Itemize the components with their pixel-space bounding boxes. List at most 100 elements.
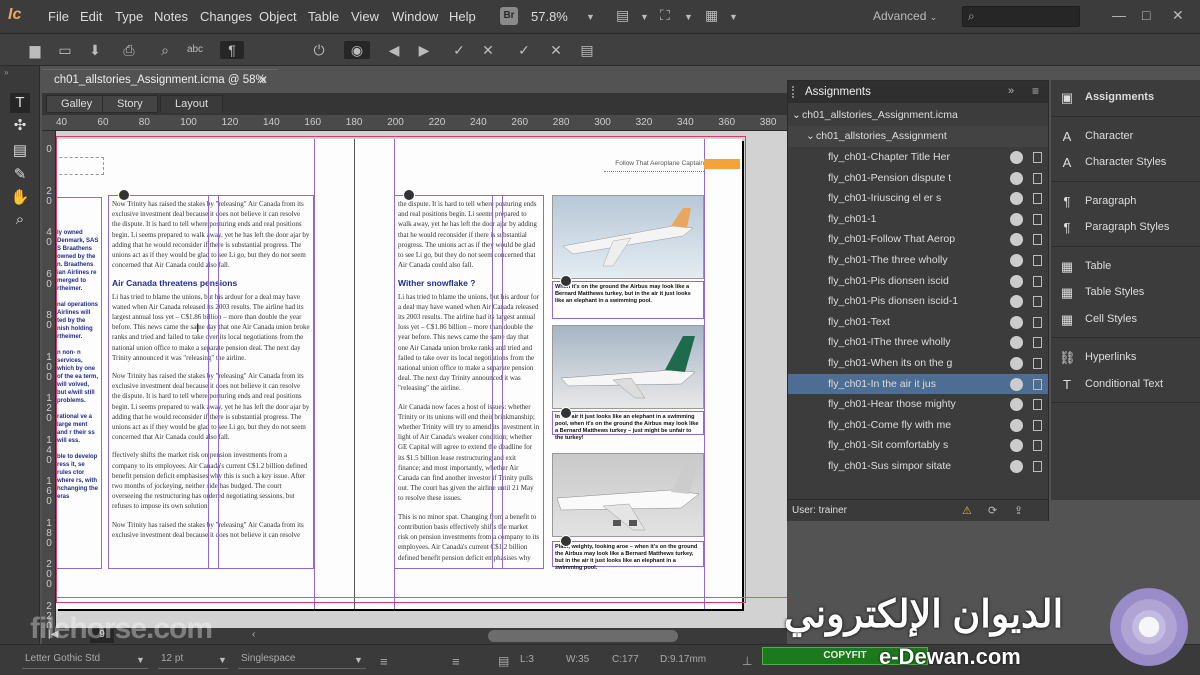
assignment-story-row[interactable]: fly_ch01-Come fly with me <box>788 415 1048 436</box>
screen-mode-dropdown-icon[interactable]: ▼ <box>684 12 693 22</box>
menu-icon[interactable]: ≡ <box>452 654 460 669</box>
find-icon[interactable]: ⌕ <box>156 41 174 59</box>
sidebar-text-frame[interactable]: ly owned Denmark, SAS S Braathens owned … <box>56 197 102 569</box>
assignment-status-icon[interactable] <box>560 407 572 419</box>
assignment-status-icon[interactable] <box>403 189 415 201</box>
reject-change-icon[interactable]: ✕ <box>479 41 497 59</box>
menu-changes[interactable]: Changes <box>200 9 252 24</box>
story-status-icon[interactable] <box>1010 357 1023 370</box>
menu-type[interactable]: Type <box>115 9 143 24</box>
story-status-icon[interactable] <box>1010 171 1023 185</box>
update-icon[interactable]: ⟳ <box>988 504 997 517</box>
expand-group-icon[interactable]: ⌄ <box>806 130 815 142</box>
menu-help[interactable]: Help <box>449 9 476 24</box>
track-changes-icon[interactable]: ⏻ <box>310 41 328 59</box>
menu-edit[interactable]: Edit <box>80 9 102 24</box>
note-tool-icon[interactable]: ▤ <box>10 141 30 161</box>
assignment-story-row[interactable]: fly_ch01-Iriuscing el er s <box>788 188 1048 209</box>
assignment-story-row[interactable]: fly_ch01-The three wholly <box>788 250 1048 271</box>
line-spacing-select[interactable]: Singlespace <box>238 649 366 669</box>
caption-2[interactable]: In the air it just looks like an elephan… <box>552 411 704 441</box>
story-status-icon[interactable] <box>1010 377 1023 391</box>
tab-story[interactable]: Story <box>102 95 158 113</box>
assignment-story-row[interactable]: fly_ch01-Pis dionsen iscid <box>788 271 1048 292</box>
menu-file[interactable]: File <box>48 9 69 24</box>
position-tool-icon[interactable]: ✣ <box>10 116 30 136</box>
workspace-switcher[interactable]: Advanced ⌄ <box>873 9 937 23</box>
story-status-icon[interactable] <box>1010 460 1023 473</box>
assignment-story-row[interactable]: fly_ch01-Text <box>788 312 1048 333</box>
story-status-icon[interactable] <box>1010 418 1023 432</box>
assignment-status-icon[interactable] <box>118 189 130 201</box>
left-story-frame[interactable]: Now Trinity has raised the stakes by "re… <box>108 195 314 569</box>
story-status-icon[interactable] <box>1010 336 1023 350</box>
align-icon[interactable]: ≡ <box>380 654 388 669</box>
story-status-icon[interactable] <box>1010 254 1023 267</box>
menu-notes[interactable]: Notes <box>154 9 188 24</box>
menu-view[interactable]: View <box>351 9 379 24</box>
story-status-icon[interactable] <box>1010 315 1023 329</box>
type-tool-icon[interactable]: T <box>10 93 30 113</box>
assignment-story-row[interactable]: fly_ch01-Chapter Title Her <box>788 147 1048 168</box>
font-dropdown-icon[interactable]: ▼ <box>136 655 145 665</box>
copyfit-icon[interactable]: ⊥ <box>742 654 752 668</box>
collapse-panel-icon[interactable]: » <box>1008 85 1014 97</box>
horizontal-scrollbar[interactable] <box>488 630 678 642</box>
collapse-tools-icon[interactable]: » <box>4 68 8 77</box>
screen-mode-icon[interactable]: ⛶ <box>660 7 670 24</box>
caption-1[interactable]: When it's on the ground the Airbus may l… <box>552 281 704 319</box>
assignment-file-row[interactable]: ⌄ ch01_allstories_Assignment.icma <box>788 105 1048 126</box>
document-tab[interactable]: ch01_allstories_Assignment.icma @ 58% ✕ <box>42 69 278 91</box>
show-hidden-characters-icon[interactable]: ¶ <box>220 41 244 59</box>
arrange-documents-icon[interactable]: ▦ <box>705 7 718 24</box>
running-header[interactable]: Follow That Aeroplane Captain <box>604 160 704 172</box>
assignment-story-row[interactable]: fly_ch01-Sit comfortably s <box>788 435 1048 456</box>
show-changes-icon[interactable]: ◉ <box>344 41 370 59</box>
story-status-icon[interactable] <box>1010 274 1023 288</box>
zoom-dropdown-icon[interactable]: ▼ <box>586 12 595 22</box>
view-options-dropdown-icon[interactable]: ▼ <box>640 12 649 22</box>
dock-item-assignments[interactable]: ▣ Assignments <box>1059 88 1199 110</box>
expand-file-icon[interactable]: ⌄ <box>792 109 801 121</box>
next-change-icon[interactable]: ▶ <box>415 41 433 59</box>
view-options-icon[interactable]: ▤ <box>616 7 629 24</box>
dock-item-hyperlinks[interactable]: ⛓ Hyperlinks <box>1059 348 1199 370</box>
notes-icon[interactable]: ▤ <box>578 41 596 59</box>
dock-item-paragraph-styles[interactable]: ¶ Paragraph Styles <box>1059 218 1199 240</box>
checkout-icon[interactable]: ⇪ <box>1014 504 1023 517</box>
assignment-story-row[interactable]: fly_ch01-Pis dionsen iscid-1 <box>788 291 1048 312</box>
caption-3[interactable]: Plain, weighty, looking aroe – when it's… <box>552 541 704 571</box>
minimize-icon[interactable]: — <box>1112 7 1126 23</box>
accept-all-icon[interactable]: ✓ <box>515 41 533 59</box>
menu-table[interactable]: Table <box>308 9 339 24</box>
font-family-select[interactable]: Letter Gothic Std <box>22 649 148 669</box>
dock-item-table[interactable]: ▦ Table <box>1059 257 1199 279</box>
menu-window[interactable]: Window <box>392 9 438 24</box>
assignment-status-icon[interactable] <box>560 275 572 287</box>
assignment-story-row[interactable]: fly_ch01-Sus simpor sitate <box>788 456 1048 477</box>
assignment-story-row[interactable]: fly_ch01-When its on the g <box>788 353 1048 374</box>
maximize-icon[interactable]: □ <box>1142 7 1150 23</box>
panel-grip-icon[interactable] <box>792 86 800 98</box>
dock-item-character[interactable]: A Character <box>1059 127 1199 149</box>
assignment-story-row[interactable]: fly_ch01-Pension dispute t <box>788 168 1048 189</box>
story-status-icon[interactable] <box>1010 151 1023 164</box>
story-status-icon[interactable] <box>1010 439 1023 453</box>
reject-all-icon[interactable]: ✕ <box>547 41 565 59</box>
story-status-icon[interactable] <box>1010 192 1023 206</box>
assignment-story-row[interactable]: fly_ch01-1 <box>788 209 1048 230</box>
arrange-dropdown-icon[interactable]: ▼ <box>729 12 738 22</box>
scroll-left-icon[interactable]: ‹ <box>252 629 255 640</box>
warning-icon[interactable]: ⚠ <box>962 504 972 517</box>
aircraft-image-2[interactable] <box>552 325 704 409</box>
assignment-story-row[interactable]: fly_ch01-Follow That Aerop <box>788 229 1048 250</box>
dock-item-conditional-text[interactable]: T Conditional Text <box>1059 375 1199 397</box>
tab-galley[interactable]: Galley <box>46 95 108 113</box>
zoom-tool-icon[interactable]: ⌕ <box>10 210 30 230</box>
assignments-panel-title[interactable]: Assignments <box>805 86 871 98</box>
hand-tool-icon[interactable]: ✋ <box>10 188 30 208</box>
save-icon[interactable]: ⬇ <box>86 41 104 59</box>
aircraft-image-1[interactable] <box>552 195 704 279</box>
print-icon[interactable]: ⎙ <box>120 41 138 59</box>
assignment-story-row[interactable]: fly_ch01-IThe three wholly <box>788 332 1048 353</box>
